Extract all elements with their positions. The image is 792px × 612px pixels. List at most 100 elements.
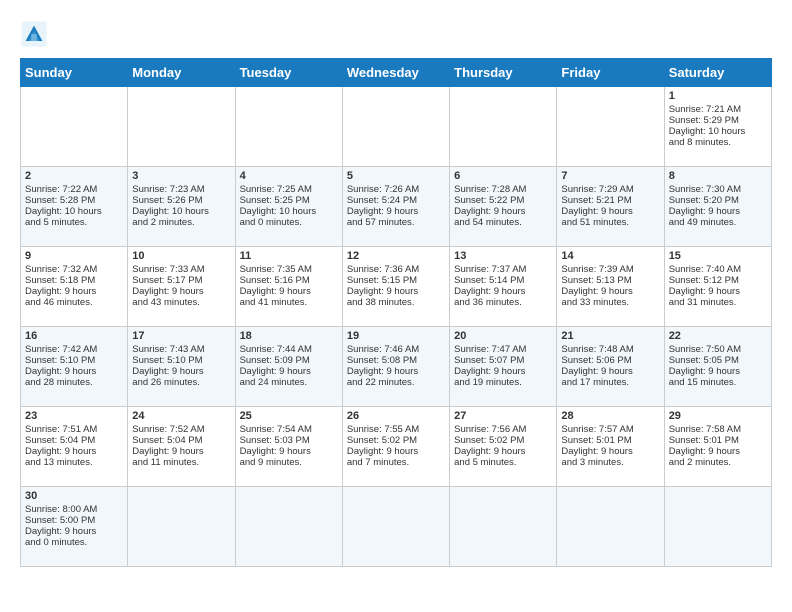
day-info: Sunset: 5:05 PM xyxy=(669,355,767,366)
day-info: and 49 minutes. xyxy=(669,217,767,228)
day-info: Daylight: 9 hours xyxy=(25,366,123,377)
day-info: Sunrise: 7:47 AM xyxy=(454,344,552,355)
day-info: Sunrise: 7:48 AM xyxy=(561,344,659,355)
day-info: Daylight: 9 hours xyxy=(561,366,659,377)
day-info: Sunset: 5:00 PM xyxy=(25,515,123,526)
day-info: and 26 minutes. xyxy=(132,377,230,388)
day-info: Daylight: 9 hours xyxy=(132,446,230,457)
day-info: and 2 minutes. xyxy=(669,457,767,468)
day-info: Daylight: 9 hours xyxy=(240,286,338,297)
calendar-cell: 17Sunrise: 7:43 AMSunset: 5:10 PMDayligh… xyxy=(128,327,235,407)
day-info: Daylight: 9 hours xyxy=(561,206,659,217)
day-info: and 33 minutes. xyxy=(561,297,659,308)
day-info: Sunset: 5:01 PM xyxy=(561,435,659,446)
day-info: Sunrise: 7:37 AM xyxy=(454,264,552,275)
day-info: and 13 minutes. xyxy=(25,457,123,468)
day-info: Sunset: 5:04 PM xyxy=(25,435,123,446)
day-info: Sunrise: 7:44 AM xyxy=(240,344,338,355)
day-info: and 3 minutes. xyxy=(561,457,659,468)
calendar: SundayMondayTuesdayWednesdayThursdayFrid… xyxy=(20,58,772,567)
day-info: Sunset: 5:21 PM xyxy=(561,195,659,206)
calendar-cell xyxy=(557,87,664,167)
day-info: Daylight: 10 hours xyxy=(669,126,767,137)
day-info: Sunset: 5:10 PM xyxy=(25,355,123,366)
day-info: Daylight: 9 hours xyxy=(347,286,445,297)
calendar-cell: 22Sunrise: 7:50 AMSunset: 5:05 PMDayligh… xyxy=(664,327,771,407)
day-info: and 46 minutes. xyxy=(25,297,123,308)
day-info: Sunset: 5:04 PM xyxy=(132,435,230,446)
calendar-cell: 24Sunrise: 7:52 AMSunset: 5:04 PMDayligh… xyxy=(128,407,235,487)
day-info: Sunrise: 7:43 AM xyxy=(132,344,230,355)
day-info: Sunset: 5:26 PM xyxy=(132,195,230,206)
calendar-cell: 1Sunrise: 7:21 AMSunset: 5:29 PMDaylight… xyxy=(664,87,771,167)
day-info: Daylight: 9 hours xyxy=(669,206,767,217)
day-info: Sunrise: 7:52 AM xyxy=(132,424,230,435)
day-info: Daylight: 9 hours xyxy=(25,286,123,297)
day-info: Sunset: 5:10 PM xyxy=(132,355,230,366)
day-number: 12 xyxy=(347,250,445,262)
day-info: Daylight: 9 hours xyxy=(454,286,552,297)
day-number: 7 xyxy=(561,170,659,182)
day-info: Daylight: 9 hours xyxy=(454,446,552,457)
calendar-cell: 11Sunrise: 7:35 AMSunset: 5:16 PMDayligh… xyxy=(235,247,342,327)
logo-icon xyxy=(20,20,48,48)
day-info: and 43 minutes. xyxy=(132,297,230,308)
calendar-cell: 20Sunrise: 7:47 AMSunset: 5:07 PMDayligh… xyxy=(450,327,557,407)
day-number: 17 xyxy=(132,330,230,342)
calendar-cell: 7 Sunrise: 7:29 AMSunset: 5:21 PMDaylight… xyxy=(557,167,664,247)
day-info: Sunset: 5:02 PM xyxy=(454,435,552,446)
day-number: 22 xyxy=(669,330,767,342)
calendar-cell: 5Sunrise: 7:26 AMSunset: 5:24 PMDaylight… xyxy=(342,167,449,247)
calendar-cell: 19Sunrise: 7:46 AMSunset: 5:08 PMDayligh… xyxy=(342,327,449,407)
calendar-cell: 4Sunrise: 7:25 AMSunset: 5:25 PMDaylight… xyxy=(235,167,342,247)
day-info: Sunrise: 7:35 AM xyxy=(240,264,338,275)
calendar-cell: 29Sunrise: 7:58 AMSunset: 5:01 PMDayligh… xyxy=(664,407,771,487)
day-info: Daylight: 9 hours xyxy=(454,206,552,217)
day-info: Sunset: 5:20 PM xyxy=(669,195,767,206)
day-info: Sunset: 5:14 PM xyxy=(454,275,552,286)
calendar-cell: 23Sunrise: 7:51 AMSunset: 5:04 PMDayligh… xyxy=(21,407,128,487)
day-info: Sunset: 5:29 PM xyxy=(669,115,767,126)
day-info: Daylight: 9 hours xyxy=(561,446,659,457)
day-info: Sunrise: 7:51 AM xyxy=(25,424,123,435)
day-info: Sunrise: 7:26 AM xyxy=(347,184,445,195)
day-info: Sunset: 5:25 PM xyxy=(240,195,338,206)
day-info: Daylight: 9 hours xyxy=(25,446,123,457)
day-number: 5 xyxy=(347,170,445,182)
day-info: Daylight: 9 hours xyxy=(669,366,767,377)
day-number: 4 xyxy=(240,170,338,182)
day-info: Sunrise: 7:42 AM xyxy=(25,344,123,355)
calendar-cell: 30Sunrise: 8:00 AMSunset: 5:00 PMDayligh… xyxy=(21,487,128,567)
calendar-cell: 3Sunrise: 7:23 AMSunset: 5:26 PMDaylight… xyxy=(128,167,235,247)
calendar-cell: 28Sunrise: 7:57 AMSunset: 5:01 PMDayligh… xyxy=(557,407,664,487)
day-info: Sunrise: 7:21 AM xyxy=(669,104,767,115)
day-info: Sunset: 5:03 PM xyxy=(240,435,338,446)
day-info: Daylight: 9 hours xyxy=(347,366,445,377)
day-info: Sunrise: 7:55 AM xyxy=(347,424,445,435)
day-number: 16 xyxy=(25,330,123,342)
day-info: Sunrise: 7:22 AM xyxy=(25,184,123,195)
calendar-cell: 21Sunrise: 7:48 AMSunset: 5:06 PMDayligh… xyxy=(557,327,664,407)
day-info: and 0 minutes. xyxy=(240,217,338,228)
calendar-cell: 26Sunrise: 7:55 AMSunset: 5:02 PMDayligh… xyxy=(342,407,449,487)
day-info: Daylight: 9 hours xyxy=(25,526,123,537)
day-number: 11 xyxy=(240,250,338,262)
day-info: and 8 minutes. xyxy=(669,137,767,148)
day-info: Sunrise: 7:40 AM xyxy=(669,264,767,275)
day-number: 15 xyxy=(669,250,767,262)
day-info: Sunset: 5:22 PM xyxy=(454,195,552,206)
calendar-cell xyxy=(235,87,342,167)
day-info: and 51 minutes. xyxy=(561,217,659,228)
calendar-cell xyxy=(21,87,128,167)
day-info: Sunrise: 7:29 AM xyxy=(561,184,659,195)
calendar-cell xyxy=(235,487,342,567)
day-number: 26 xyxy=(347,410,445,422)
day-number: 21 xyxy=(561,330,659,342)
day-info: Daylight: 9 hours xyxy=(561,286,659,297)
calendar-header-row: SundayMondayTuesdayWednesdayThursdayFrid… xyxy=(21,59,772,87)
calendar-header-sunday: Sunday xyxy=(21,59,128,87)
day-info: and 11 minutes. xyxy=(132,457,230,468)
day-info: Sunset: 5:24 PM xyxy=(347,195,445,206)
calendar-week-6: 30Sunrise: 8:00 AMSunset: 5:00 PMDayligh… xyxy=(21,487,772,567)
day-info: Daylight: 9 hours xyxy=(454,366,552,377)
